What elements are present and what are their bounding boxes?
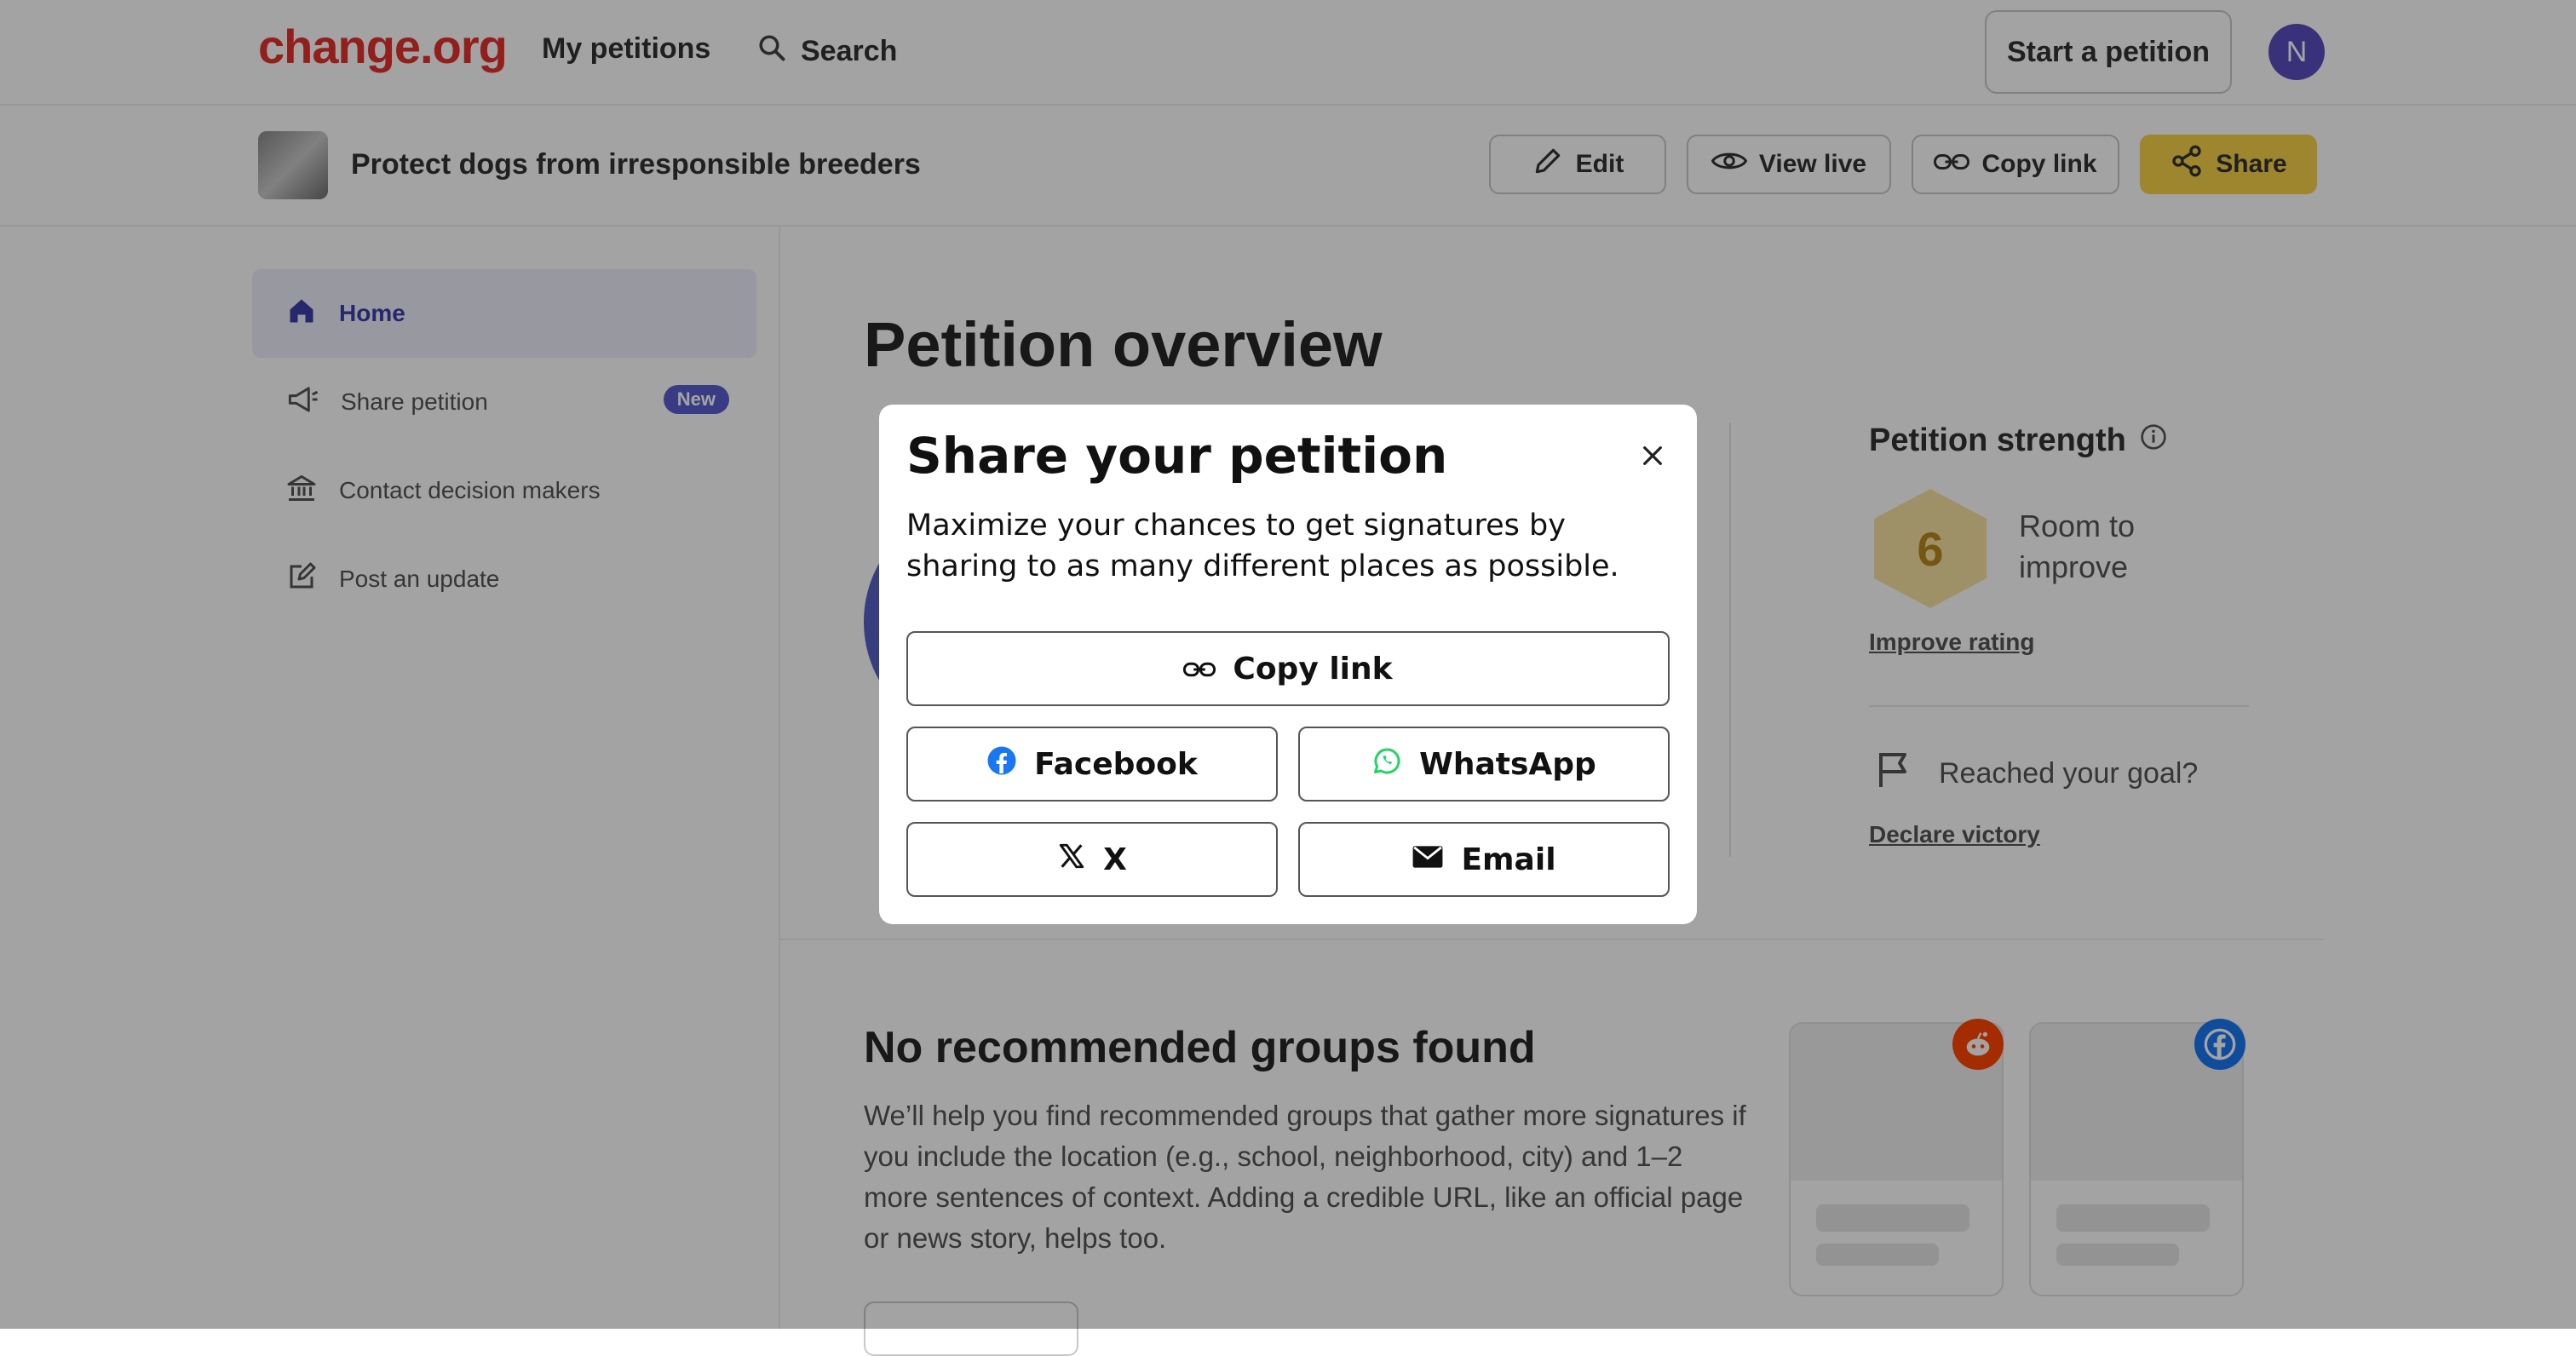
page: change.org My petitions Search Start a p…: [0, 0, 2576, 1356]
copy-link-label: Copy link: [1233, 651, 1393, 687]
email-label: Email: [1461, 842, 1556, 877]
email-share-button[interactable]: Email: [1298, 822, 1670, 897]
whatsapp-label: WhatsApp: [1419, 746, 1596, 782]
close-button[interactable]: [1629, 434, 1676, 481]
whatsapp-share-button[interactable]: WhatsApp: [1298, 727, 1670, 802]
link-icon: [1183, 652, 1216, 687]
facebook-share-button[interactable]: Facebook: [906, 727, 1278, 802]
modal-description: Maximize your chances to get signatures …: [906, 508, 1619, 583]
whatsapp-icon: [1371, 745, 1402, 784]
mail-icon: [1412, 842, 1444, 877]
modal-copy-link-button[interactable]: Copy link: [906, 631, 1670, 706]
facebook-icon: [986, 745, 1017, 784]
x-logo-icon: [1057, 842, 1086, 878]
x-share-button[interactable]: X: [906, 822, 1278, 897]
share-modal: Share your petition Maximize your chance…: [879, 405, 1697, 924]
modal-title: Share your petition: [906, 427, 1448, 485]
x-label: X: [1103, 842, 1127, 877]
close-icon: [1639, 442, 1666, 473]
facebook-label: Facebook: [1034, 746, 1198, 782]
